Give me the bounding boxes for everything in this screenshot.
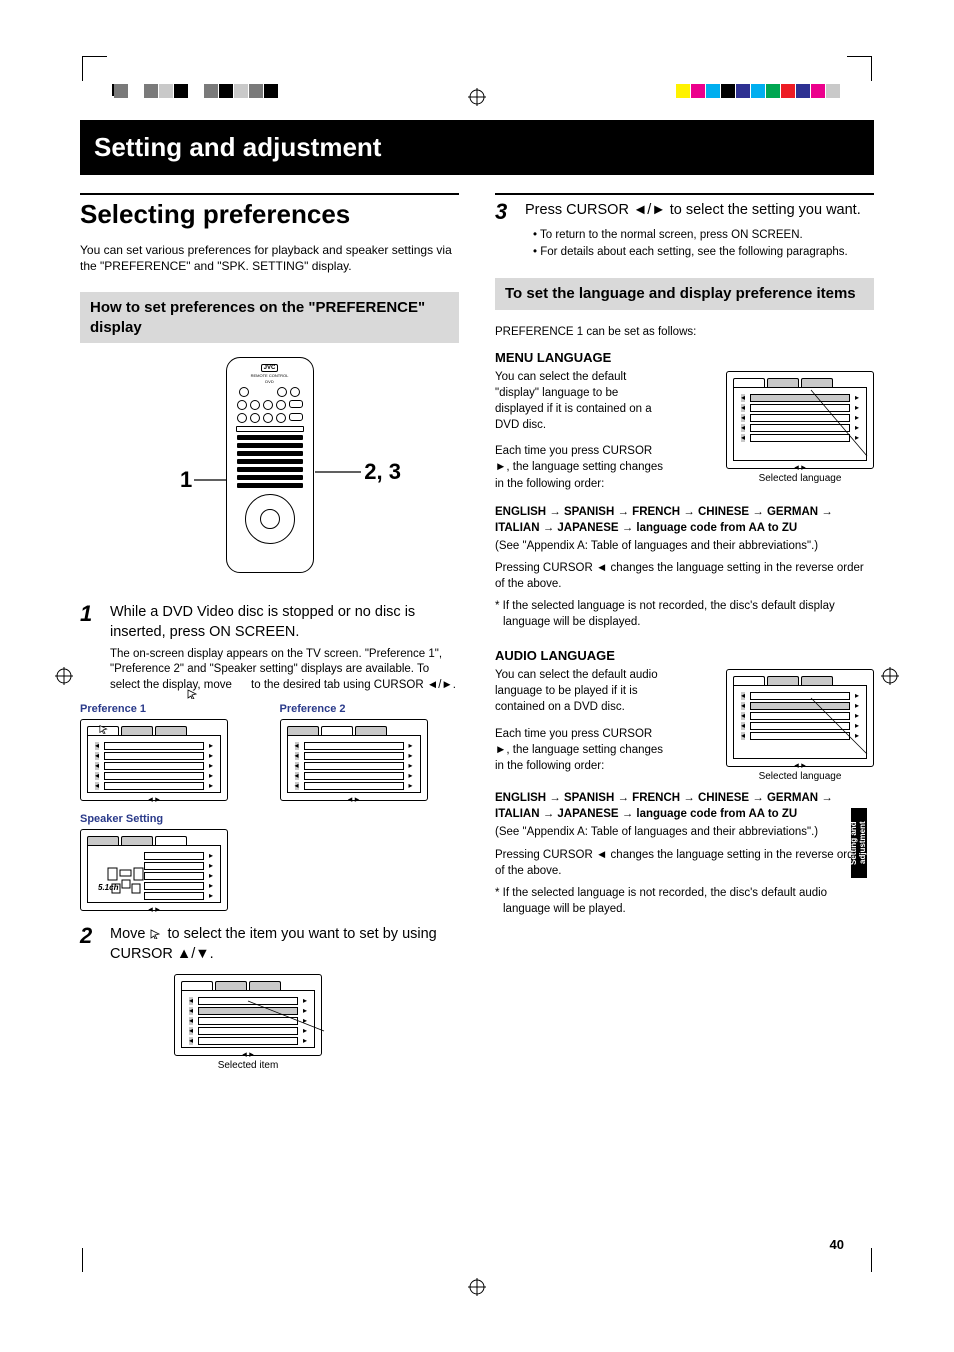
audio-language-p2: Each time you press CURSOR ►, the langua… xyxy=(495,726,665,774)
preference-2-panel: ◂▸ ◂▸ ◂▸ ◂▸ ◂▸ ◂ ▸ xyxy=(280,719,428,801)
step-3-title: Press CURSOR ◄/► to select the setting y… xyxy=(525,201,861,223)
registration-mark-icon xyxy=(55,667,73,685)
audio-language-heading: AUDIO LANGUAGE xyxy=(495,648,874,663)
menu-language-p1: You can select the default "display" lan… xyxy=(495,369,665,433)
audio-language-caption: Selected language xyxy=(726,771,874,782)
remote-dvd-label: DVD xyxy=(265,379,273,384)
selected-item-panel: ◂▸ ◂▸ ◂▸ ◂▸ ◂▸ ◂ ▸ xyxy=(174,974,322,1056)
preference-2-label: Preference 2 xyxy=(280,703,460,715)
remote-subtitle: REMOTE CONTROL xyxy=(251,373,289,378)
audio-language-reverse: Pressing CURSOR ◄ changes the language s… xyxy=(495,847,874,879)
step-1-number: 1 xyxy=(80,603,100,642)
side-tab: Setting and adjustment xyxy=(851,808,867,878)
selected-item-caption: Selected item xyxy=(174,1060,322,1071)
audio-language-see: (See "Appendix A: Table of languages and… xyxy=(495,824,874,840)
audio-language-sequence: ENGLISH → SPANISH → FRENCH → CHINESE → G… xyxy=(495,790,874,822)
preference-1-label: Preference 1 xyxy=(80,703,260,715)
menu-language-caption: Selected language xyxy=(726,473,874,484)
step-2-number: 2 xyxy=(80,925,100,964)
audio-language-p1: You can select the default audio languag… xyxy=(495,667,665,715)
remote-brand: JVC xyxy=(261,364,279,372)
page-number: 40 xyxy=(830,1237,844,1252)
registration-mark-icon xyxy=(881,667,899,685)
callout-1: 1 xyxy=(180,467,192,493)
audio-language-footnote: * If the selected language is not record… xyxy=(495,885,874,917)
speaker-channel-label: 5.1ch xyxy=(98,883,118,892)
speaker-setting-panel: 5.1ch ▸ ▸ ▸ ▸ ▸ ◂ ▸ xyxy=(80,829,228,911)
subhead-how-to-set: How to set preferences on the "PREFERENC… xyxy=(80,292,459,343)
registration-color-strip xyxy=(675,84,840,102)
callout-2-3: 2, 3 xyxy=(364,459,401,485)
audio-language-panel: ◂▸ ◂▸ ◂▸ ◂▸ ◂▸ ◂ ▸ xyxy=(726,669,874,767)
speaker-setting-label: Speaker Setting xyxy=(80,813,459,825)
jog-dial-icon xyxy=(245,494,295,544)
menu-language-sequence: ENGLISH → SPANISH → FRENCH → CHINESE → G… xyxy=(495,504,874,536)
registration-gray-strip xyxy=(114,84,279,102)
cursor-pointer-icon xyxy=(150,926,164,936)
subhead-language-display: To set the language and display preferen… xyxy=(495,278,874,310)
menu-language-see: (See "Appendix A: Table of languages and… xyxy=(495,538,874,554)
chapter-banner: Setting and adjustment xyxy=(80,120,874,175)
registration-mark-icon xyxy=(468,1278,486,1296)
menu-language-panel: ◂▸ ◂▸ ◂▸ ◂▸ ◂▸ ◂ ▸ xyxy=(726,371,874,469)
menu-language-p2: Each time you press CURSOR ►, the langua… xyxy=(495,443,665,491)
remote-illustration: JVC REMOTE CONTROL DVD xyxy=(226,357,314,573)
step-2-title: Move to select the item you want to set … xyxy=(110,925,459,964)
step-3-number: 3 xyxy=(495,201,515,223)
intro-text: You can set various preferences for play… xyxy=(80,242,459,274)
section-title: Selecting preferences xyxy=(80,199,459,230)
step-1-body: The on-screen display appears on the TV … xyxy=(110,647,459,694)
menu-language-footnote: * If the selected language is not record… xyxy=(495,598,874,630)
cursor-pointer-icon xyxy=(187,689,201,699)
step-1-title: While a DVD Video disc is stopped or no … xyxy=(110,603,459,642)
preference-1-note: PREFERENCE 1 can be set as follows: xyxy=(495,324,874,340)
registration-mark-icon xyxy=(468,88,486,106)
menu-language-reverse: Pressing CURSOR ◄ changes the language s… xyxy=(495,560,874,592)
preference-1-panel: ◂▸ ◂▸ ◂▸ ◂▸ ◂▸ ◂ ▸ xyxy=(80,719,228,801)
step-3-bullets: To return to the normal screen, press ON… xyxy=(533,227,874,260)
menu-language-heading: MENU LANGUAGE xyxy=(495,350,874,365)
